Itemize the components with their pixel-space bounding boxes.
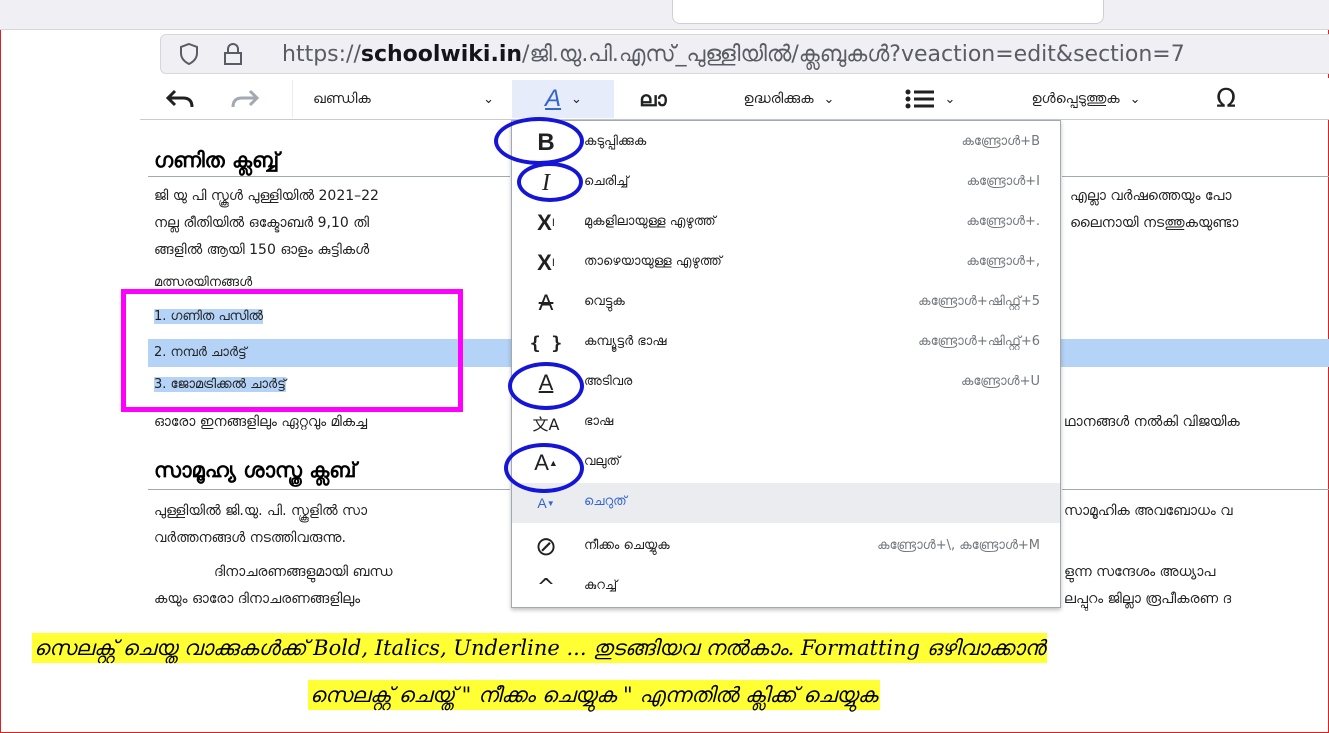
- paragraph-line: ഥാനങ്ങൾ നൽകി വിജയിക: [1064, 414, 1240, 430]
- subscript-icon: XI: [537, 250, 555, 275]
- paragraph-line: സാമൂഹിക അവബോധം വ: [1064, 503, 1233, 519]
- menu-item-italic[interactable]: I ചെരിച്ച് കണ്ട്രോൾ+I: [512, 163, 1060, 203]
- strikethrough-icon: A: [538, 290, 554, 315]
- browser-tab-strip: [0, 0, 1329, 30]
- paragraph-line: ളുന്ന സന്ദേശം അധ്യാപ: [1064, 564, 1216, 580]
- text-style-menu: B കടുപ്പിക്കുക കണ്ട്രോൾ+B I ചെരിച്ച് കണ്…: [511, 120, 1061, 608]
- chevron-down-icon: ⌄: [483, 91, 494, 107]
- lock-icon[interactable]: [222, 42, 244, 66]
- url-path: /ജി.യു.പി.എസ്_പുള്ളിയിൽ/ക്ലബുകൾ?veaction…: [522, 42, 1185, 67]
- menu-item-shortcut: കണ്ട്രോൾ+I: [966, 174, 1040, 189]
- url-text[interactable]: https://schoolwiki.in/ജി.യു.പി.എസ്_പുള്ള…: [282, 42, 1185, 67]
- paragraph-line: ലൈനായി നടത്തുകയുണ്ടാ: [1070, 215, 1239, 231]
- paragraph-line: എല്ലാ വർഷത്തെയും പോ: [1070, 188, 1232, 204]
- menu-item-label: കുറച്ച്: [584, 578, 618, 593]
- chevron-down-icon: ⌄: [571, 91, 582, 107]
- menu-item-label: ഭാഷ: [584, 414, 614, 429]
- special-characters-button[interactable]: Ω: [1196, 80, 1256, 118]
- chevron-down-icon: ⌄: [823, 91, 835, 107]
- menu-item-label: ചെറുത്: [584, 494, 627, 509]
- code-braces-icon: { }: [529, 332, 563, 354]
- undo-icon: [165, 89, 194, 108]
- paragraph-line: ഓരോ ഇനങ്ങളിലും ഏറ്റവും മികച്ച: [154, 414, 368, 430]
- paragraph-line: പുള്ളിയിൽ ജി.യു. പി. സ്കൂളിൽ സാ: [154, 503, 368, 519]
- paragraph-line: ങ്ങളിൽ ആയി 150 ഓളം കുട്ടികൾ: [154, 242, 370, 258]
- menu-item-clear-formatting[interactable]: ⊘ നീക്കം ചെയ്യുക കണ്ട്രോൾ+\, കണ്ട്രോൾ+M: [512, 527, 1060, 567]
- menu-item-label: അടിവര: [584, 374, 633, 389]
- chevron-down-icon: ⌄: [944, 91, 956, 107]
- paragraph-line: ദിനാചരണങ്ങളുമായി ബന്ധ: [214, 564, 393, 580]
- menu-item-label: കടുപ്പിക്കുക: [584, 134, 647, 149]
- paragraph-line: നല്ല രീതിയിൽ ഒക്ടോബർ 9,10 തി: [154, 215, 370, 231]
- url-domain: schoolwiki.in: [360, 42, 523, 67]
- paragraph-line: ജി യു പി സ്കൂൾ പുള്ളിയിൽ 2021–22: [154, 188, 379, 204]
- paragraph-format-dropdown[interactable]: ഖണ്ഡിക ⌄: [292, 80, 510, 118]
- menu-item-big[interactable]: A ▲ വലുത്: [512, 443, 1060, 483]
- paragraph-line: കയും ഓരോ ദിനാചരണങ്ങളിലും: [154, 591, 361, 607]
- menu-item-label: മുകളിലായുള്ള എഴുത്ത്: [584, 214, 716, 229]
- menu-item-shortcut: കണ്ട്രോൾ+B: [961, 134, 1040, 149]
- annotation-circle: [504, 443, 584, 493]
- menu-item-shortcut: കണ്ട്രോൾ+,: [966, 254, 1040, 269]
- menu-item-shortcut: കണ്ട്രോൾ+ഷിഫ്റ്റ്+5: [918, 294, 1040, 309]
- heading-math-club: ഗണിത ക്ലബ്ബ്: [154, 148, 280, 172]
- menu-item-underline[interactable]: A അടിവര കണ്ട്രോൾ+U: [512, 363, 1060, 403]
- annotation-highlight-box: [121, 289, 463, 412]
- menu-item-shortcut: കണ്ട്രോൾ+\, കണ്ട്രോൾ+M: [877, 538, 1040, 553]
- chevron-down-icon: ⌄: [1129, 91, 1141, 107]
- link-icon: ലാ: [639, 87, 667, 111]
- chevron-up-icon: ^: [536, 574, 556, 600]
- menu-item-small[interactable]: A ▼ ചെറുത്: [512, 483, 1060, 523]
- caption-line-2: സെലക്റ്റ് ചെയ്ത് " നീക്കം ചെയ്യുക " എന്ന…: [308, 680, 880, 710]
- menu-item-shortcut: കണ്ട്രോൾ+U: [960, 374, 1040, 389]
- caption-line-1: സെലക്റ്റ് ചെയ്ത വാക്കുകൾക്ക് Bold, Itali…: [32, 633, 1048, 663]
- menu-item-label: വെട്ടുക: [584, 294, 625, 309]
- menu-item-strikethrough[interactable]: A വെട്ടുക കണ്ട്രോൾ+ഷിഫ്റ്റ്+5: [512, 283, 1060, 323]
- menu-item-label: വലുത്: [584, 454, 621, 469]
- annotation-circle: [517, 162, 583, 202]
- menu-item-shortcut: കണ്ട്രോൾ+.: [966, 214, 1040, 229]
- shield-icon[interactable]: [178, 42, 200, 66]
- text-style-icon: A: [545, 85, 562, 112]
- insert-dropdown[interactable]: ഉൾപ്പെടുത്തുക ⌄: [992, 80, 1180, 118]
- redo-icon: [231, 89, 260, 108]
- clear-formatting-icon: ⊘: [535, 532, 557, 562]
- insert-label: ഉൾപ്പെടുത്തുക: [1031, 91, 1120, 107]
- superscript-icon: XI: [537, 210, 555, 235]
- heading-underline: [1062, 489, 1329, 490]
- cite-label: ഉദ്ധരിക്കുക: [743, 91, 814, 107]
- menu-item-subscript[interactable]: XI താഴെയായുള്ള എഴുത്ത് കണ്ട്രോൾ+,: [512, 243, 1060, 283]
- menu-item-shortcut: കണ്ട്രോൾ+ഷിഫ്റ്റ്+6: [918, 334, 1040, 349]
- menu-item-label: താഴെയായുള്ള എഴുത്ത്: [584, 254, 722, 269]
- omega-icon: Ω: [1216, 84, 1236, 114]
- browser-active-tab[interactable]: [672, 0, 1104, 24]
- heading-underline: [148, 489, 510, 490]
- paragraph-line: വർത്തനങ്ങൾ നടത്തിവരുന്നു.: [154, 530, 346, 546]
- link-button[interactable]: ലാ: [618, 80, 688, 118]
- text-style-dropdown[interactable]: A ⌄: [512, 80, 614, 118]
- menu-item-bold[interactable]: B കടുപ്പിക്കുക കണ്ട്രോൾ+B: [512, 123, 1060, 163]
- url-prefix: https://: [282, 42, 361, 67]
- paragraph-format-label: ഖണ്ഡിക: [313, 91, 371, 107]
- redo-button[interactable]: [215, 80, 275, 118]
- list-icon: [905, 89, 934, 109]
- undo-button[interactable]: [150, 80, 210, 118]
- menu-item-label: നീക്കം ചെയ്യുക: [584, 538, 670, 553]
- annotation-circle: [494, 117, 584, 165]
- menu-item-code[interactable]: { } കമ്പ്യൂട്ടർ ഭാഷ കണ്ട്രോൾ+ഷിഫ്റ്റ്+6: [512, 323, 1060, 363]
- menu-item-superscript[interactable]: XI മുകളിലായുള്ള എഴുത്ത് കണ്ട്രോൾ+.: [512, 203, 1060, 243]
- heading-underline: [1062, 176, 1329, 177]
- cite-dropdown[interactable]: ഉദ്ധരിക്കുക ⌄: [710, 80, 868, 118]
- heading-social-science-club: സാമൂഹ്യ ശാസ്ത്ര ക്ലബ്: [154, 458, 357, 482]
- heading-underline: [148, 176, 510, 177]
- list-dropdown[interactable]: ⌄: [882, 80, 978, 118]
- menu-item-language[interactable]: 文A ഭാഷ: [512, 403, 1060, 443]
- menu-item-label: കമ്പ്യൂട്ടർ ഭാഷ: [584, 334, 667, 349]
- paragraph-line: ലപ്പുറം ജില്ലാ രൂപീകരണ ദ: [1064, 591, 1232, 607]
- annotation-circle: [508, 362, 584, 410]
- menu-item-less[interactable]: ^ കുറച്ച്: [512, 567, 1060, 607]
- menu-item-label: ചെരിച്ച്: [584, 174, 629, 189]
